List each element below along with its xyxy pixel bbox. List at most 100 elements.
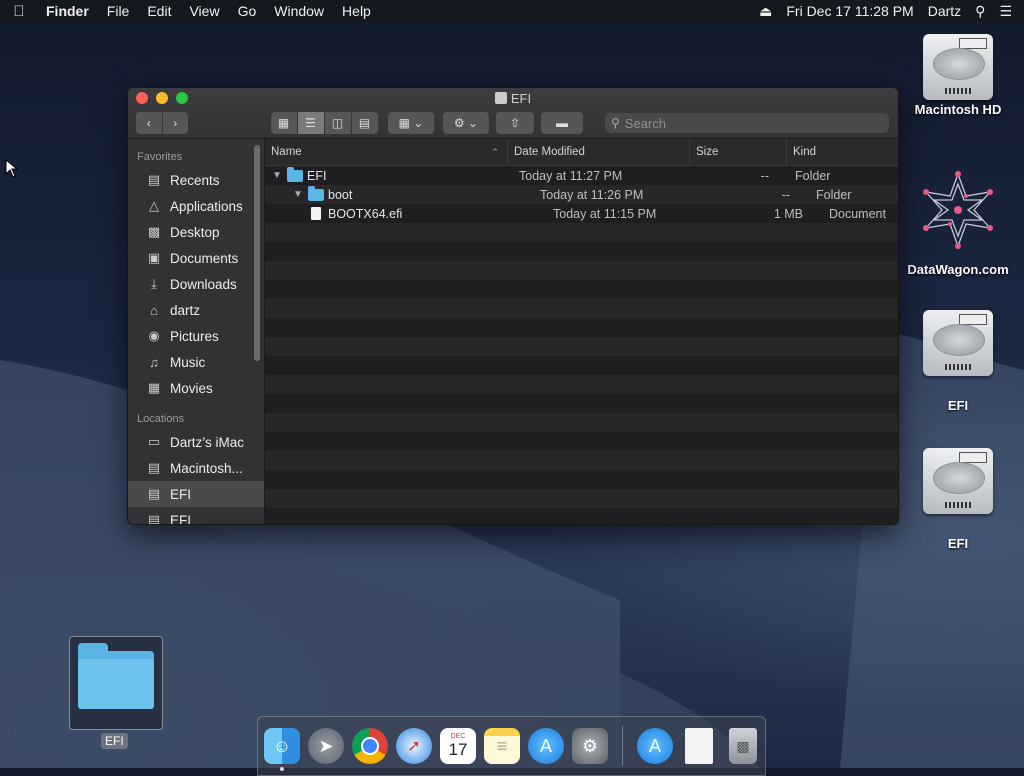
calendar-icon[interactable]: DEC 17	[440, 728, 476, 764]
share-icon: ⇧	[509, 116, 521, 130]
app-store-icon[interactable]: A	[528, 728, 564, 764]
menu-view[interactable]: View	[180, 0, 228, 22]
disk-icon: ▤	[147, 486, 161, 501]
menu-app-name[interactable]: Finder	[38, 0, 98, 22]
sidebar-item-documents[interactable]: ▣ Documents	[128, 245, 264, 271]
empty-row	[265, 261, 898, 280]
sidebar-item-movies[interactable]: ▦ Movies	[128, 375, 264, 401]
table-row[interactable]: ▼ boot Today at 11:26 PM -- Folder	[265, 185, 898, 204]
computer-icon: ▭	[147, 434, 161, 449]
downloads-icon: ⤓	[151, 276, 157, 291]
column-header-label: Date Modified	[514, 146, 585, 158]
group-by-button[interactable]: ▦ ⌄	[388, 112, 434, 134]
folder-icon	[78, 643, 154, 709]
table-row[interactable]: BOOTX64.efi Today at 11:15 PM 1 MB Docum…	[265, 204, 898, 223]
desktop-icon-label: EFI	[947, 398, 969, 413]
file-name: boot	[328, 187, 353, 202]
sidebar-item-home[interactable]: ⌂ dartz	[128, 297, 264, 323]
menu-bar:  Finder File Edit View Go Window Help ⏏…	[0, 0, 1024, 22]
pictures-icon: ◉	[148, 328, 160, 343]
desktop-icon-efi-2[interactable]: EFI	[903, 448, 1013, 551]
sidebar-scrollbar[interactable]	[254, 145, 260, 361]
eject-icon[interactable]: ⏏	[759, 0, 772, 22]
document-icon[interactable]	[685, 728, 713, 764]
mouse-cursor-icon	[5, 159, 19, 178]
empty-row	[265, 242, 898, 261]
desktop-icon-efi-1[interactable]: EFI	[903, 310, 1013, 413]
trash-icon[interactable]: ▩	[729, 728, 757, 764]
sidebar: Favorites ▤ Recents △ Applications ▩ Deskto…	[128, 139, 265, 524]
empty-row	[265, 318, 898, 337]
gallery-view-button[interactable]: ▤	[351, 112, 378, 134]
menu-go[interactable]: Go	[229, 0, 266, 22]
notes-icon[interactable]: ≡	[484, 728, 520, 764]
chrome-icon[interactable]	[352, 728, 388, 764]
file-size: --	[781, 187, 790, 202]
sidebar-item-label: Downloads	[170, 276, 237, 292]
sidebar-item-music[interactable]: ♫ Music	[128, 349, 264, 375]
sidebar-item-label: Desktop	[170, 224, 220, 240]
search-field[interactable]: ⚲ Search	[605, 113, 889, 133]
disk-icon	[494, 92, 507, 104]
menu-window[interactable]: Window	[265, 0, 333, 22]
desktop-folder-efi[interactable]	[69, 636, 163, 730]
forward-button[interactable]: ›	[162, 112, 188, 134]
app-store-download-icon[interactable]: A	[637, 728, 673, 764]
sidebar-item-pictures[interactable]: ◉ Pictures	[128, 323, 264, 349]
grid-icon: ▦	[398, 116, 410, 130]
table-row[interactable]: ▼ EFI Today at 11:27 PM -- Folder	[265, 166, 898, 185]
launchpad-icon[interactable]: ➤	[308, 728, 344, 764]
empty-row	[265, 413, 898, 432]
dock-separator	[622, 726, 623, 766]
sidebar-item-label: dartz	[170, 302, 201, 318]
document-icon	[311, 207, 321, 220]
file-size: 1 MB	[773, 206, 803, 221]
empty-row	[265, 375, 898, 394]
sidebar-item-downloads[interactable]: ⤓ Downloads	[128, 271, 264, 297]
apple-menu-icon[interactable]: 	[0, 3, 38, 20]
column-header-date[interactable]: Date Modified	[508, 139, 690, 165]
sidebar-item-applications[interactable]: △ Applications	[128, 193, 264, 219]
list-view-button[interactable]: ☰	[297, 112, 324, 134]
empty-row	[265, 470, 898, 489]
disclosure-triangle-icon[interactable]: ▼	[271, 170, 283, 181]
gear-icon: ⚙	[453, 116, 465, 130]
spotlight-icon[interactable]: ⚲	[975, 0, 985, 22]
sidebar-item-efi-2[interactable]: ▤ EFI	[128, 507, 264, 524]
finder-icon[interactable]: ☺	[264, 728, 300, 771]
column-header-size[interactable]: Size	[690, 139, 787, 165]
file-date: Today at 11:15 PM	[553, 206, 657, 221]
back-button[interactable]: ‹	[136, 112, 162, 134]
menu-clock[interactable]: Fri Dec 17 11:28 PM	[786, 0, 913, 22]
file-kind: Folder	[795, 168, 831, 183]
notification-center-icon[interactable]: ☰	[999, 0, 1012, 22]
chevron-down-icon: ⌄	[413, 116, 424, 130]
share-button[interactable]: ⇧	[496, 112, 534, 134]
disclosure-triangle-icon[interactable]: ▼	[292, 189, 304, 200]
system-preferences-icon[interactable]: ⚙	[572, 728, 608, 764]
desktop-icon-label: DataWagon.com	[907, 262, 1009, 277]
menu-help[interactable]: Help	[333, 0, 380, 22]
icon-view-button[interactable]: ▦	[270, 112, 297, 134]
desktop-icon-datawagon[interactable]: DataWagon.com	[903, 170, 1013, 277]
desktop-icon-macintosh-hd[interactable]: Macintosh HD	[903, 34, 1013, 117]
applications-icon: △	[149, 198, 159, 213]
column-view-button[interactable]: ◫	[324, 112, 351, 134]
action-button[interactable]: ⚙ ⌄	[443, 112, 489, 134]
menu-file[interactable]: File	[98, 0, 139, 22]
file-name: EFI	[307, 168, 327, 183]
column-header-name[interactable]: Name ⌃	[265, 139, 508, 165]
menu-edit[interactable]: Edit	[138, 0, 180, 22]
sidebar-item-imac[interactable]: ▭ Dartz’s iMac	[128, 429, 264, 455]
column-header-kind[interactable]: Kind	[787, 139, 898, 165]
sidebar-item-recents[interactable]: ▤ Recents	[128, 167, 264, 193]
window-titlebar[interactable]: EFI ‹ › ▦ ☰ ◫ ▤ ▦ ⌄ ⚙ ⌄ ⇧ ▬ ⚲ Search	[128, 88, 898, 139]
search-placeholder: Search	[624, 115, 666, 131]
menu-user[interactable]: Dartz	[928, 0, 961, 22]
sidebar-item-macintosh-hd[interactable]: ▤ Macintosh...	[128, 455, 264, 481]
safari-icon[interactable]: ➚	[396, 728, 432, 764]
tags-button[interactable]: ▬	[541, 112, 583, 134]
sidebar-item-efi[interactable]: ▤ EFI	[128, 481, 264, 507]
sidebar-item-desktop[interactable]: ▩ Desktop	[128, 219, 264, 245]
sidebar-item-label: Music	[170, 354, 206, 370]
